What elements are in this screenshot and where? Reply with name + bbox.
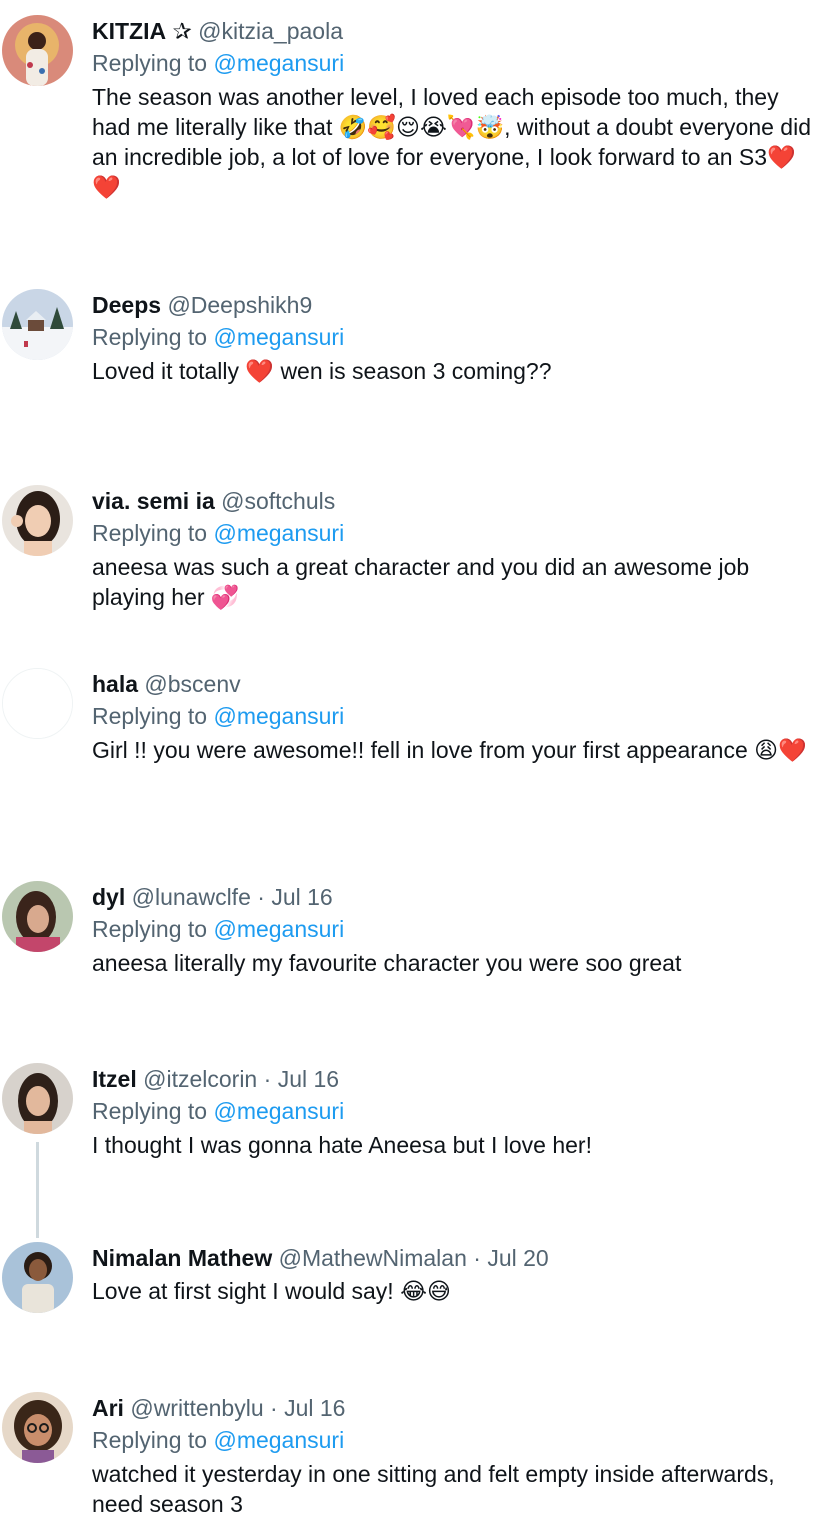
- user-handle[interactable]: @Deepshikh9: [167, 292, 312, 318]
- tweet-text: watched it yesterday in one sitting and …: [92, 1461, 775, 1517]
- tweet-date[interactable]: Jul 20: [487, 1245, 548, 1271]
- tweet-header: hala @bscenv: [92, 668, 814, 700]
- display-name[interactable]: KITZIA: [92, 18, 166, 44]
- user-handle[interactable]: @itzelcorin: [143, 1066, 257, 1092]
- replying-to-label: Replying to: [92, 50, 214, 76]
- tweet-content: via. semi ia @softchuls Replying to @meg…: [92, 485, 814, 612]
- replying-to-label: Replying to: [92, 520, 214, 546]
- mention-link[interactable]: @megansuri: [213, 520, 344, 546]
- tweet-header: Ari @writtenbylu · Jul 16: [92, 1392, 814, 1424]
- tweet-content: KITZIA ✰ @kitzia_paola Replying to @mega…: [92, 15, 814, 202]
- user-handle[interactable]: @softchuls: [221, 488, 335, 514]
- user-handle[interactable]: @bscenv: [144, 671, 240, 697]
- tweet-date[interactable]: Jul 16: [278, 1066, 339, 1092]
- mention-link[interactable]: @megansuri: [213, 324, 344, 350]
- replying-to-label: Replying to: [92, 703, 214, 729]
- tweet-text: I thought I was gonna hate Aneesa but I …: [92, 1132, 592, 1158]
- user-handle[interactable]: @writtenbylu: [130, 1395, 263, 1421]
- tweet-header: Nimalan Mathew @MathewNimalan · Jul 20: [92, 1242, 814, 1274]
- replying-to: Replying to @megansuri: [92, 913, 814, 946]
- avatar[interactable]: [2, 1063, 73, 1134]
- tweet-header: KITZIA ✰ @kitzia_paola: [92, 15, 814, 47]
- display-name[interactable]: hala: [92, 671, 138, 697]
- replying-to: Replying to @megansuri: [92, 700, 814, 733]
- tweet-content: hala @bscenv Replying to @megansuri Girl…: [92, 668, 814, 765]
- replying-to-label: Replying to: [92, 1427, 214, 1453]
- mention-link[interactable]: @megansuri: [213, 50, 344, 76]
- display-name[interactable]: Ari: [92, 1395, 124, 1421]
- separator: ·: [257, 884, 265, 910]
- tweet-header: Itzel @itzelcorin · Jul 16: [92, 1063, 814, 1095]
- replying-to: Replying to @megansuri: [92, 1095, 814, 1128]
- tweet-text: Love at first sight I would say! 😂😅: [92, 1278, 451, 1304]
- tweet-text: The season was another level, I loved ea…: [92, 84, 811, 200]
- separator: ·: [263, 1066, 272, 1092]
- display-name[interactable]: Nimalan Mathew: [92, 1245, 272, 1271]
- mention-link[interactable]: @megansuri: [213, 916, 344, 942]
- tweet-date[interactable]: Jul 16: [271, 884, 332, 910]
- tweet-content: Nimalan Mathew @MathewNimalan · Jul 20 L…: [92, 1242, 814, 1306]
- separator: ·: [473, 1245, 481, 1271]
- display-name[interactable]: Deeps: [92, 292, 161, 318]
- mention-link[interactable]: @megansuri: [213, 1427, 344, 1453]
- avatar[interactable]: [2, 1242, 73, 1313]
- tweet-header: via. semi ia @softchuls: [92, 485, 814, 517]
- display-name[interactable]: via. semi ia: [92, 488, 215, 514]
- avatar[interactable]: [2, 1392, 73, 1463]
- tweet-header: dyl @lunawclfe · Jul 16: [92, 881, 814, 913]
- avatar[interactable]: [2, 289, 73, 360]
- display-name[interactable]: Itzel: [92, 1066, 137, 1092]
- user-handle[interactable]: @lunawclfe: [132, 884, 251, 910]
- tweet-content: Itzel @itzelcorin · Jul 16 Replying to @…: [92, 1063, 814, 1160]
- avatar[interactable]: [2, 15, 73, 86]
- tweet-text: Loved it totally ❤️ wen is season 3 comi…: [92, 358, 552, 384]
- tweet-text: Girl !! you were awesome!! fell in love …: [92, 737, 807, 763]
- display-name[interactable]: dyl: [92, 884, 125, 910]
- avatar[interactable]: [2, 881, 73, 952]
- replying-to-label: Replying to: [92, 1098, 214, 1124]
- separator: ·: [270, 1395, 278, 1421]
- mention-link[interactable]: @megansuri: [213, 703, 344, 729]
- tweet-text: aneesa was such a great character and yo…: [92, 554, 750, 610]
- replying-to: Replying to @megansuri: [92, 1424, 814, 1457]
- star-icon: ✰: [172, 18, 192, 44]
- tweet-content: Deeps @Deepshikh9 Replying to @megansuri…: [92, 289, 814, 386]
- tweet-date[interactable]: Jul 16: [284, 1395, 345, 1421]
- replying-to: Replying to @megansuri: [92, 47, 814, 80]
- user-handle[interactable]: @MathewNimalan: [279, 1245, 467, 1271]
- tweet-header: Deeps @Deepshikh9: [92, 289, 814, 321]
- replying-to-label: Replying to: [92, 324, 214, 350]
- tweet-content: dyl @lunawclfe · Jul 16 Replying to @meg…: [92, 881, 814, 978]
- tweet-text: aneesa literally my favourite character …: [92, 950, 682, 976]
- replying-to-label: Replying to: [92, 916, 214, 942]
- replying-to: Replying to @megansuri: [92, 517, 814, 550]
- thread-connector-line: [36, 1142, 39, 1238]
- mention-link[interactable]: @megansuri: [213, 1098, 344, 1124]
- avatar[interactable]: [2, 485, 73, 556]
- tweet-content: Ari @writtenbylu · Jul 16 Replying to @m…: [92, 1392, 814, 1519]
- user-handle[interactable]: @kitzia_paola: [198, 18, 343, 44]
- avatar[interactable]: [2, 668, 73, 739]
- replying-to: Replying to @megansuri: [92, 321, 814, 354]
